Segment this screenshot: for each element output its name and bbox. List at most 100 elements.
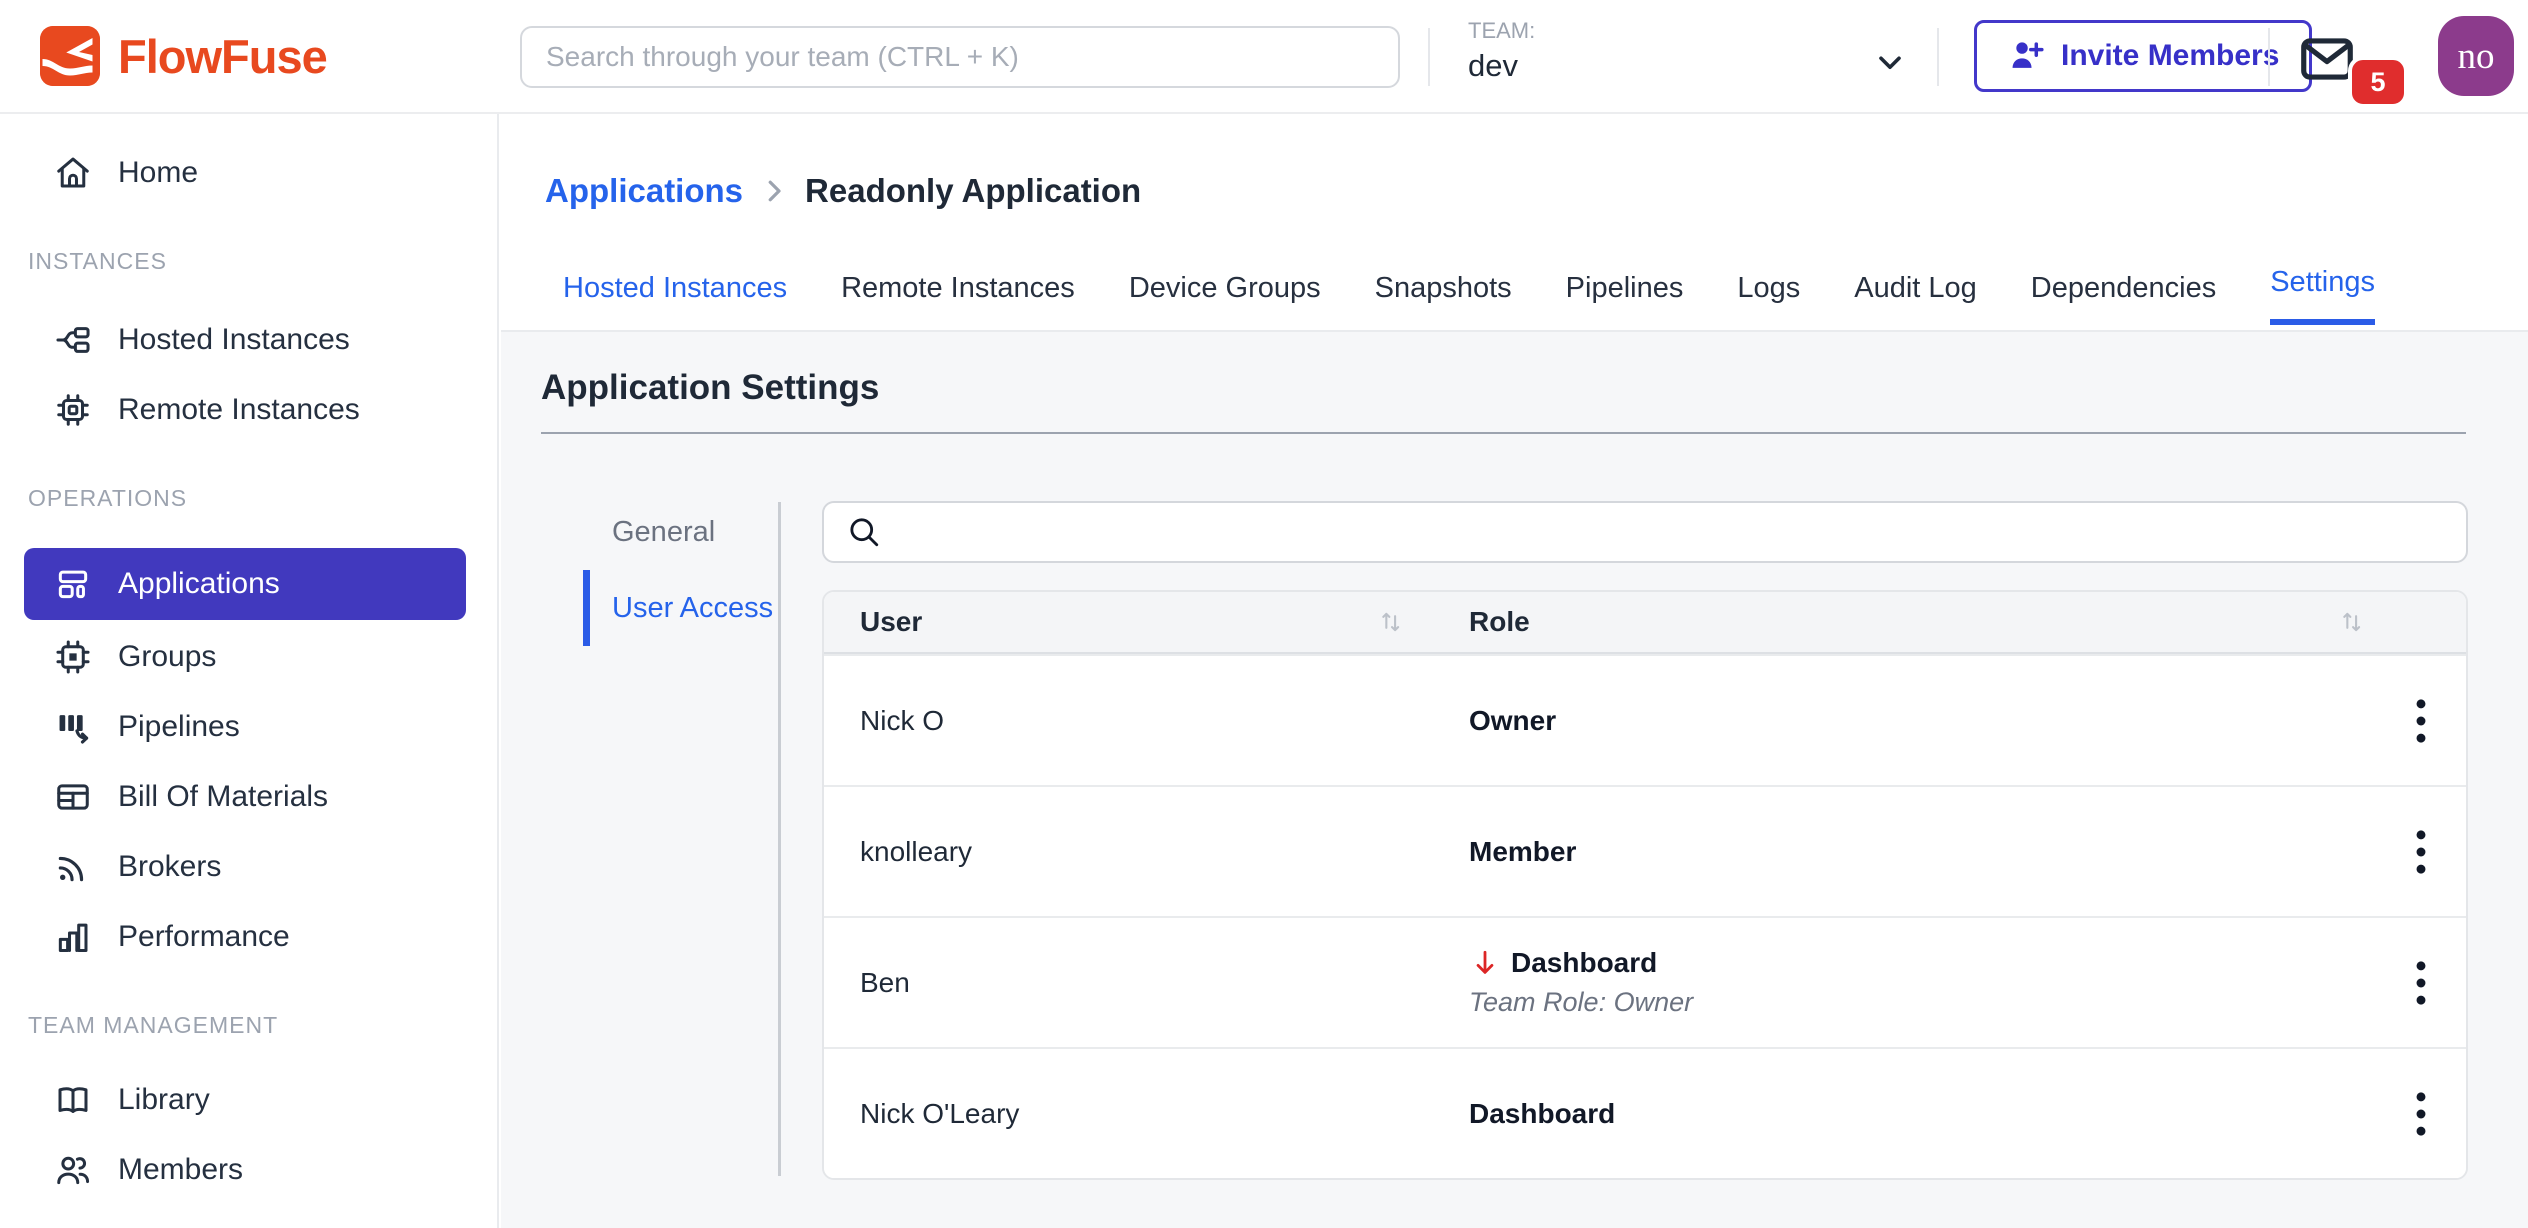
team-selector[interactable]: TEAM: dev: [1468, 18, 1535, 84]
breadcrumb: Applications Readonly Application: [545, 172, 1141, 210]
breadcrumb-current: Readonly Application: [805, 172, 1141, 210]
sidebar-item-home[interactable]: Home: [0, 140, 497, 206]
sidebar-item-label: Remote Instances: [118, 393, 360, 427]
members-icon: [54, 1151, 92, 1189]
flowfuse-logo[interactable]: FlowFuse: [40, 26, 327, 86]
sidebar-item-label: Bill Of Materials: [118, 780, 328, 814]
sidebar-item-label: Members: [118, 1153, 243, 1187]
sidebar-item-applications[interactable]: Applications: [24, 548, 466, 620]
column-header-user: User: [860, 606, 922, 638]
user-search-box: [822, 501, 2468, 563]
header-divider: [2268, 28, 2270, 86]
user-search-input[interactable]: [896, 505, 2466, 559]
user-access-table: User Role Nick O Owner: [822, 590, 2468, 1180]
header-divider: [1428, 28, 1430, 86]
sidebar-item-performance[interactable]: Performance: [0, 904, 497, 970]
global-search-input[interactable]: [520, 26, 1400, 88]
remote-instances-icon: [54, 391, 92, 429]
brokers-icon: [54, 848, 92, 886]
invite-members-label: Invite Members: [2061, 39, 2279, 73]
sidebar-section-operations: OPERATIONS: [28, 485, 497, 512]
tab-remote-instances[interactable]: Remote Instances: [841, 272, 1075, 325]
pipelines-icon: [54, 708, 92, 746]
sidebar-item-label: Performance: [118, 920, 290, 954]
sidebar-item-brokers[interactable]: Brokers: [0, 834, 497, 900]
user-avatar[interactable]: no: [2438, 16, 2514, 96]
avatar-initials: no: [2458, 35, 2495, 78]
user-name: knolleary: [824, 787, 1469, 916]
tab-hosted-instances[interactable]: Hosted Instances: [563, 272, 787, 325]
sidebar-item-label: Brokers: [118, 850, 221, 884]
tab-snapshots[interactable]: Snapshots: [1375, 272, 1512, 325]
user-role: Dashboard: [1511, 947, 1657, 979]
sidebar: Home INSTANCES Hosted Instances Remote I…: [0, 114, 499, 1228]
brand-name: FlowFuse: [118, 29, 327, 84]
user-role: Owner: [1469, 705, 1556, 737]
kebab-icon: [2414, 697, 2428, 745]
subnav-item-user-access[interactable]: User Access: [583, 570, 783, 646]
settings-subnav: General User Access: [583, 494, 783, 646]
sidebar-section-instances: INSTANCES: [28, 248, 497, 275]
row-menu-button[interactable]: [2395, 689, 2447, 753]
subnav-item-general[interactable]: General: [583, 494, 783, 570]
breadcrumb-applications-link[interactable]: Applications: [545, 172, 743, 210]
kebab-icon: [2414, 959, 2428, 1007]
subnav-label: General: [612, 516, 715, 549]
tab-settings[interactable]: Settings: [2270, 266, 2375, 325]
role-override-arrow-down-icon: [1469, 947, 1501, 979]
user-role: Dashboard: [1469, 1098, 1615, 1130]
sidebar-item-label: Hosted Instances: [118, 323, 350, 357]
sidebar-item-remote-instances[interactable]: Remote Instances: [0, 377, 497, 443]
table-row: knolleary Member: [824, 785, 2466, 916]
table-row: Ben Dashboard Team Role: Owner: [824, 916, 2466, 1047]
tab-device-groups[interactable]: Device Groups: [1129, 272, 1321, 325]
home-icon: [54, 154, 92, 192]
page-header-strip: Applications Readonly Application Hosted…: [501, 114, 2528, 332]
sidebar-item-label: Applications: [118, 567, 280, 601]
hosted-instances-icon: [54, 321, 92, 359]
bill-of-materials-icon: [54, 778, 92, 816]
sort-icon[interactable]: [2338, 608, 2366, 636]
top-header: FlowFuse TEAM: dev Invite Members 5 no: [0, 0, 2528, 114]
tab-audit-log[interactable]: Audit Log: [1854, 272, 1977, 325]
user-name: Nick O: [824, 656, 1469, 785]
user-name: Ben: [824, 918, 1469, 1047]
chevron-down-icon[interactable]: [1872, 44, 1908, 80]
notification-count-badge: 5: [2348, 56, 2408, 108]
library-icon: [54, 1081, 92, 1119]
tab-pipelines[interactable]: Pipelines: [1566, 272, 1684, 325]
sidebar-item-members[interactable]: Members: [0, 1137, 497, 1203]
row-menu-button[interactable]: [2395, 1082, 2447, 1146]
header-divider: [1937, 28, 1939, 86]
sort-icon[interactable]: [1377, 608, 1405, 636]
team-name: dev: [1468, 48, 1535, 84]
sidebar-item-groups[interactable]: Groups: [0, 624, 497, 690]
sidebar-item-pipelines[interactable]: Pipelines: [0, 694, 497, 760]
user-name: Nick O'Leary: [824, 1049, 1469, 1178]
row-menu-button[interactable]: [2395, 820, 2447, 884]
row-menu-button[interactable]: [2395, 951, 2447, 1015]
heading-divider: [541, 432, 2466, 434]
invite-members-button[interactable]: Invite Members: [1974, 20, 2312, 92]
kebab-icon: [2414, 828, 2428, 876]
team-role-note: Team Role: Owner: [1469, 987, 2376, 1018]
chevron-right-icon: [759, 176, 789, 206]
application-tabs: Hosted Instances Remote Instances Device…: [563, 266, 2375, 325]
sidebar-item-label: Library: [118, 1083, 210, 1117]
sidebar-item-library[interactable]: Library: [0, 1067, 497, 1133]
settings-page: Application Settings General User Access…: [501, 332, 2528, 1228]
tab-dependencies[interactable]: Dependencies: [2031, 272, 2216, 325]
flowfuse-logo-icon: [40, 26, 100, 86]
tab-logs[interactable]: Logs: [1737, 272, 1800, 325]
table-header: User Role: [824, 592, 2466, 654]
table-row: Nick O Owner: [824, 654, 2466, 785]
subnav-label: User Access: [612, 592, 773, 625]
table-row: Nick O'Leary Dashboard: [824, 1047, 2466, 1178]
performance-icon: [54, 918, 92, 956]
sidebar-section-team-management: TEAM MANAGEMENT: [28, 1012, 497, 1039]
sidebar-item-label: Groups: [118, 640, 216, 674]
groups-icon: [54, 638, 92, 676]
sidebar-item-hosted-instances[interactable]: Hosted Instances: [0, 307, 497, 373]
sidebar-item-bill-of-materials[interactable]: Bill Of Materials: [0, 764, 497, 830]
column-header-role: Role: [1469, 606, 1530, 638]
